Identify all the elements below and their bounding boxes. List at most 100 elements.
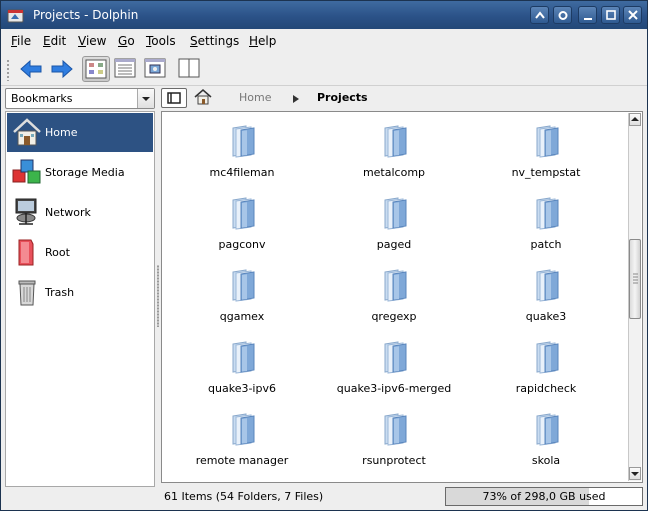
bookmark-storage-media[interactable]: Storage Media (7, 153, 153, 192)
folder-icon (531, 412, 561, 449)
split-view-button[interactable] (176, 56, 204, 82)
breadcrumb-home[interactable]: Home (239, 91, 271, 104)
trash-icon (11, 276, 43, 308)
dolphin-app-icon[interactable] (7, 7, 24, 23)
folder-name: mc4fileman (209, 166, 275, 179)
folder-item[interactable]: qgamex (162, 264, 322, 332)
folder-icon (227, 412, 257, 449)
folder-name: pagconv (218, 238, 266, 251)
forward-button[interactable] (48, 56, 76, 82)
menu-help[interactable]: Help (249, 34, 276, 48)
folder-name: rapidcheck (515, 382, 577, 395)
folder-name: quake3 (525, 310, 567, 323)
folder-icon (379, 268, 409, 305)
folder-name: skola (531, 454, 561, 467)
menu-bar: File Edit View Go Tools Settings Help (1, 29, 647, 53)
scroll-up-button[interactable] (629, 113, 641, 126)
menu-settings[interactable]: Settings (190, 34, 239, 48)
scroll-down-button[interactable] (629, 467, 641, 480)
bookmarks-list: Home Storage Media Network Root Trash (5, 111, 155, 487)
folder-name: paged (376, 238, 412, 251)
bookmark-label: Trash (45, 286, 75, 299)
main-toolbar (1, 53, 647, 86)
vertical-scrollbar[interactable] (628, 113, 641, 481)
split-view-icon (178, 58, 200, 78)
folder-icon (531, 196, 561, 233)
bookmark-home[interactable]: Home (7, 113, 153, 152)
toolbar-grip[interactable] (6, 59, 10, 81)
folder-item[interactable]: quake3-ipv6 (162, 336, 322, 404)
breadcrumb-home-icon[interactable] (194, 88, 212, 109)
folder-item[interactable]: patch (466, 192, 626, 260)
window-menu-button[interactable] (553, 6, 572, 24)
folder-item[interactable]: skola (466, 408, 626, 476)
preview-view-icon (144, 58, 166, 78)
folder-name: patch (530, 238, 562, 251)
storage-media-icon (11, 156, 43, 188)
folder-item[interactable]: rsunprotect (314, 408, 474, 476)
chevron-down-icon[interactable] (137, 89, 154, 108)
menu-go[interactable]: Go (118, 34, 135, 48)
folder-item[interactable]: remote manager (162, 408, 322, 476)
home-icon (11, 116, 43, 148)
folder-item[interactable]: metalcomp (314, 120, 474, 188)
status-bar: 61 Items (54 Folders, 7 Files) 73% of 29… (1, 485, 647, 510)
network-icon (11, 196, 43, 228)
icons-view-icon (85, 59, 107, 79)
back-button[interactable] (17, 56, 45, 82)
location-bar: Home Projects (161, 87, 643, 109)
preview-view-button[interactable] (142, 56, 170, 82)
icons-view-button[interactable] (82, 56, 110, 82)
scrollbar-thumb[interactable] (629, 239, 641, 319)
folder-icon (379, 412, 409, 449)
bookmark-trash[interactable]: Trash (7, 273, 153, 312)
sidebar-panel-selector[interactable]: Bookmarks (5, 88, 155, 109)
title-bar[interactable]: Projects - Dolphin (1, 1, 647, 29)
toggle-editable-location-button[interactable] (161, 88, 187, 108)
bookmark-label: Root (45, 246, 70, 259)
keep-above-button[interactable] (530, 6, 549, 24)
menu-tools[interactable]: Tools (146, 34, 176, 48)
menu-view[interactable]: View (78, 34, 106, 48)
minimize-button[interactable] (578, 6, 597, 24)
folder-item[interactable]: qregexp (314, 264, 474, 332)
folder-name: qgamex (219, 310, 265, 323)
folder-name: nv_tempstat (511, 166, 581, 179)
folder-icon (227, 124, 257, 161)
folder-icon (227, 340, 257, 377)
maximize-button[interactable] (601, 6, 620, 24)
details-view-button[interactable] (112, 56, 140, 82)
back-arrow-icon (20, 59, 42, 79)
folder-item[interactable]: quake3 (466, 264, 626, 332)
folder-icon (379, 124, 409, 161)
folder-name: quake3-ipv6 (208, 382, 276, 395)
folder-item[interactable]: quake3-ipv6-merged (314, 336, 474, 404)
folder-name: qregexp (371, 310, 417, 323)
breadcrumb-current[interactable]: Projects (317, 91, 368, 104)
folder-icon (531, 268, 561, 305)
folder-icon (227, 196, 257, 233)
sidebar: Bookmarks Home Storage Media Network Roo… (5, 87, 155, 487)
file-view: mc4fileman metalcomp nv_tempstatpagconv pag… (161, 111, 643, 483)
bookmark-network[interactable]: Network (7, 193, 153, 232)
root-folder-icon (11, 236, 43, 268)
bookmark-label: Network (45, 206, 91, 219)
folder-item[interactable]: rapidcheck (466, 336, 626, 404)
close-button[interactable] (623, 6, 642, 24)
sidebar-splitter[interactable] (157, 265, 159, 327)
folder-item[interactable]: mc4fileman (162, 120, 322, 188)
folder-icon (531, 124, 561, 161)
disk-usage-bar: 73% of 298,0 GB used (445, 487, 643, 506)
sidebar-panel-selector-value: Bookmarks (11, 92, 73, 105)
bookmark-label: Home (45, 126, 78, 139)
menu-file[interactable]: File (11, 34, 31, 48)
forward-arrow-icon (51, 59, 73, 79)
folder-item[interactable]: pagconv (162, 192, 322, 260)
folder-icon (379, 196, 409, 233)
folder-item[interactable]: nv_tempstat (466, 120, 626, 188)
folder-name: quake3-ipv6-merged (336, 382, 452, 395)
menu-edit[interactable]: Edit (43, 34, 66, 48)
folder-name: rsunprotect (362, 454, 426, 467)
folder-item[interactable]: paged (314, 192, 474, 260)
bookmark-root[interactable]: Root (7, 233, 153, 272)
